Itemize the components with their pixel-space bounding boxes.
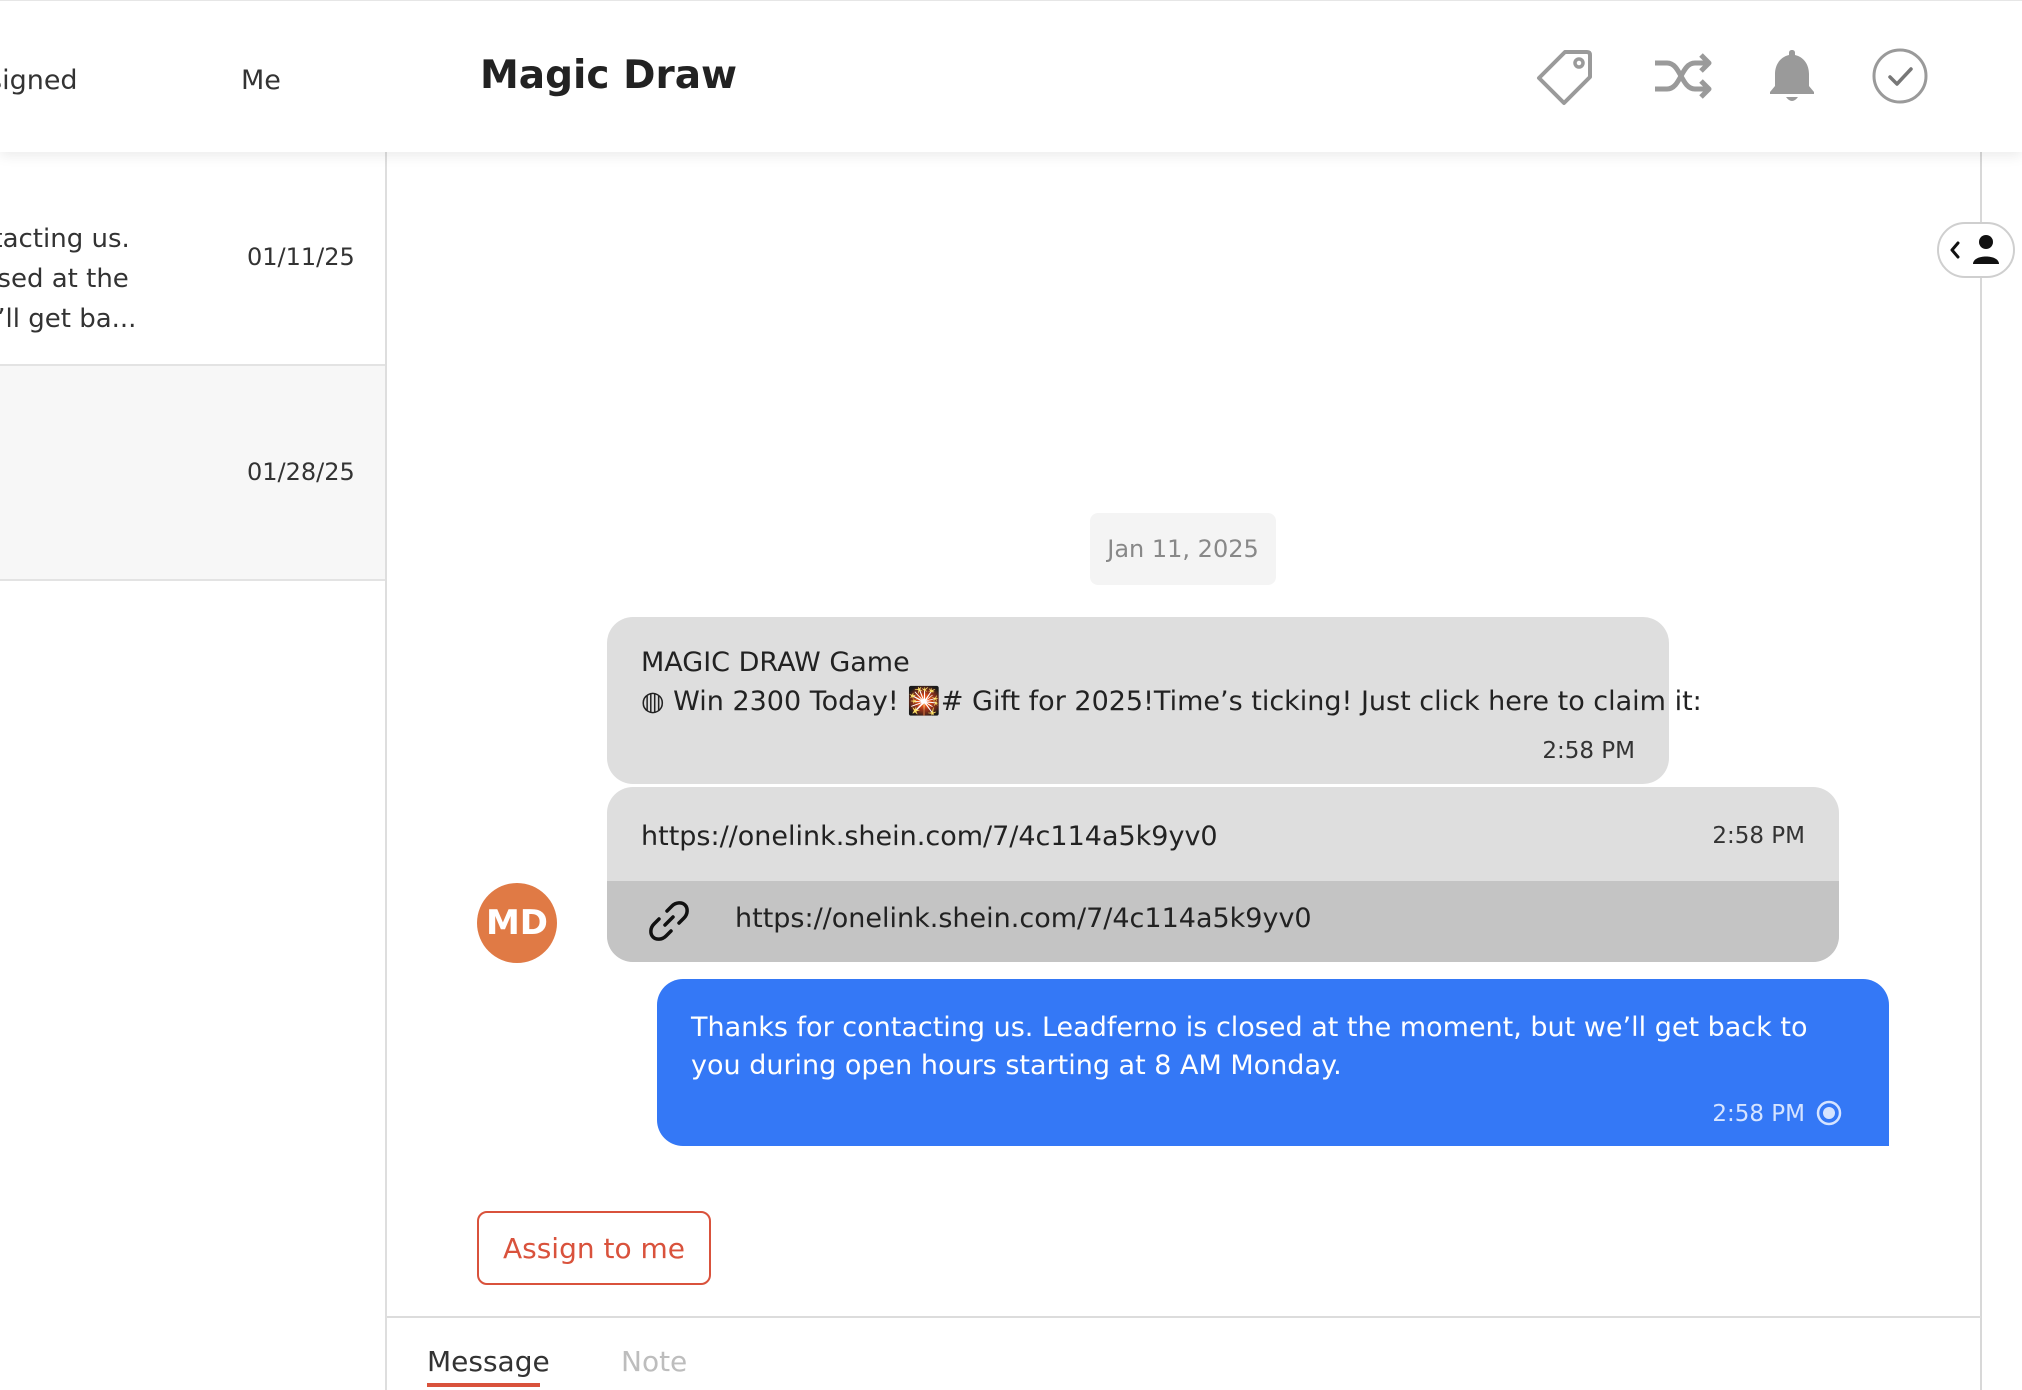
message-time: 2:58 PM	[1712, 823, 1805, 849]
date-separator: Jan 11, 2025	[1090, 513, 1276, 585]
tab-message[interactable]: Message	[427, 1345, 550, 1378]
conversation-title: Magic Draw	[480, 53, 738, 98]
assign-to-me-button[interactable]: Assign to me	[477, 1211, 711, 1285]
shuffle-icon[interactable]	[1651, 45, 1713, 107]
composer-divider	[387, 1316, 1981, 1318]
contact-panel-toggle[interactable]	[1937, 222, 2015, 278]
panel-divider	[1980, 151, 1982, 1390]
conversation-date: 01/11/25	[247, 243, 355, 271]
message-time: 2:58 PM	[1542, 738, 1635, 764]
conversation-item-selected[interactable]: c 01/28/25	[0, 364, 385, 581]
conversation-preview: ontacting us. closed at the we’ll get ba…	[0, 224, 137, 334]
tag-icon[interactable]	[1535, 45, 1597, 107]
read-receipt-icon	[1816, 1100, 1842, 1126]
filter-me[interactable]: Me	[241, 65, 281, 96]
outgoing-message: Thanks for contacting us. Leadferno is c…	[657, 979, 1889, 1146]
incoming-message: MAGIC DRAW Game ◍ Win 2300 Today! 🎇# Gif…	[607, 617, 1702, 784]
incoming-message: https://onelink.shein.com/7/4c114a5k9yv0…	[607, 787, 1839, 962]
link-icon	[649, 901, 689, 941]
message-text: Thanks for contacting us. Leadferno is c…	[691, 1012, 1808, 1081]
resolve-check-icon[interactable]	[1869, 45, 1931, 107]
message-title: MAGIC DRAW Game	[641, 647, 910, 678]
top-bar: signed Me Magic Draw	[0, 0, 2022, 152]
conversation-date: 01/28/25	[247, 458, 355, 486]
conversation-list: w ontacting us. closed at the we’ll get …	[0, 151, 387, 1390]
message-text: ◍ Win 2300 Today! 🎇# Gift for 2025!Time’…	[641, 686, 1702, 717]
avatar: MD	[477, 883, 557, 963]
active-tab-indicator	[427, 1383, 540, 1387]
contact-person-icon	[1950, 235, 1999, 264]
conversation-item[interactable]: w ontacting us. closed at the we’ll get …	[0, 151, 385, 363]
conversation-name: w	[0, 185, 1, 216]
message-text[interactable]: https://onelink.shein.com/7/4c114a5k9yv0	[641, 821, 1218, 852]
tab-note[interactable]: Note	[621, 1345, 687, 1378]
bell-icon[interactable]	[1761, 45, 1823, 107]
message-time: 2:58 PM	[1712, 1101, 1805, 1127]
link-preview[interactable]: https://onelink.shein.com/7/4c114a5k9yv0	[607, 881, 1839, 962]
link-preview-url: https://onelink.shein.com/7/4c114a5k9yv0	[735, 903, 1312, 934]
filter-assigned[interactable]: signed	[0, 65, 78, 96]
